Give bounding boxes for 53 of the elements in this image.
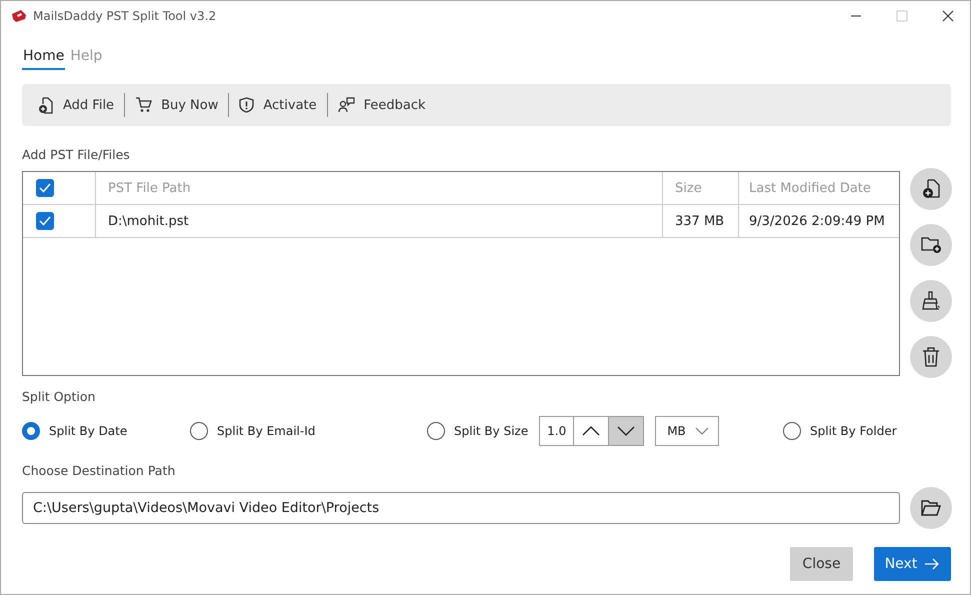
column-header: PST File Path [96, 172, 663, 204]
table-cell-text: 9/3/2026 2:09:49 PM [748, 212, 886, 230]
radio-button[interactable] [190, 422, 208, 440]
size-value: 1.0 [540, 417, 574, 445]
tab[interactable]: Home [22, 43, 66, 70]
table-cell: 337 MB [663, 205, 739, 237]
trash-icon [922, 347, 940, 367]
down-chevron-icon[interactable] [617, 426, 636, 436]
delete-button[interactable] [910, 336, 952, 378]
chevron-down-icon [695, 427, 710, 435]
select-all-checkbox[interactable] [36, 179, 54, 197]
toolbar-button[interactable]: Buy Now [125, 89, 228, 121]
option-label: Split By Folder [810, 424, 897, 438]
shield-icon [239, 97, 254, 113]
toolbar-button[interactable]: Add File [28, 89, 124, 121]
toolbar-button[interactable]: Activate [229, 89, 327, 121]
broom-icon [921, 291, 941, 311]
add-folder-icon [921, 236, 941, 254]
add-folder-button[interactable] [910, 224, 952, 266]
add-file-icon [38, 96, 54, 114]
section-label: Add PST File/Files [22, 147, 131, 162]
next-button[interactable]: Next [874, 547, 951, 581]
section-label: Choose Destination Path [22, 463, 176, 478]
arrow-right-icon [925, 558, 940, 570]
check-icon [39, 183, 51, 193]
size-spinner[interactable]: 1.0 [539, 416, 644, 446]
column-header: Size [663, 172, 739, 204]
add-file-icon [922, 179, 940, 199]
cart-icon [135, 97, 152, 113]
radio-button[interactable] [427, 422, 445, 440]
app-logo-icon [11, 9, 27, 23]
unit-dropdown[interactable]: MB [655, 416, 720, 446]
option-label: Split By Email-Id [217, 424, 316, 438]
feedback-icon [338, 97, 355, 113]
up-chevron-icon[interactable] [582, 426, 600, 436]
row-checkbox[interactable] [36, 212, 54, 230]
option-label: Split By Size [454, 424, 528, 438]
check-icon [39, 216, 51, 226]
window-title: MailsDaddy PST Split Tool v3.2 [33, 9, 216, 23]
close-button[interactable]: Close [790, 547, 853, 581]
radio-button[interactable] [783, 422, 801, 440]
section-label: Split Option [22, 389, 96, 404]
radio-button[interactable] [22, 422, 40, 440]
clear-button[interactable] [910, 280, 952, 322]
folder-icon [921, 500, 941, 516]
option-label: Split By Date [49, 424, 128, 438]
close-icon[interactable] [942, 10, 954, 22]
browse-folder-button[interactable] [910, 487, 952, 529]
toolbar-button[interactable]: Feedback [328, 89, 436, 121]
add-file-button[interactable] [910, 168, 952, 210]
destination-path-field[interactable]: C:\Users\gupta\Videos\Movavi Video Editor\Projects [22, 492, 900, 524]
table-cell: D:\mohit.pst [96, 205, 663, 237]
column-header: Last Modified Date [748, 180, 872, 198]
